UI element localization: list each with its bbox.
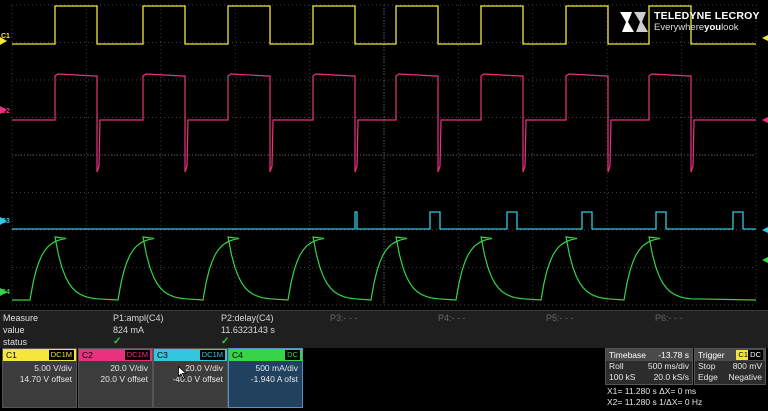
trace-offscreen-marker-c4 xyxy=(762,257,768,263)
trigger-level: 800 mV xyxy=(732,361,762,371)
trigger-coupling: DC xyxy=(748,350,763,360)
param-p1-status-check-icon: ✓ xyxy=(113,336,122,347)
timebase-scale: 500 ms/div xyxy=(647,361,689,371)
channel-scale-c3: 20.0 V/div xyxy=(185,363,223,373)
channel-descriptor-c2[interactable]: C2 DC1M 20.0 V/div 20.0 V offset xyxy=(78,348,153,408)
trigger-type: Edge xyxy=(698,372,718,382)
lecroy-emblem-icon xyxy=(620,12,648,32)
measure-row-status: status ✓ ✓ xyxy=(0,336,768,348)
channel-scale-c2: 20.0 V/div xyxy=(110,363,148,373)
measure-table[interactable]: Measure P1:ampl(C4) P2:delay(C4) P3:- - … xyxy=(0,310,768,348)
cursor-x2-readout: X2= 11.280 s 1/ΔX= 0 Hz xyxy=(607,397,703,407)
channel-descriptor-c3[interactable]: C3 DC1M 20.0 V/div -40.0 V offset xyxy=(153,348,228,408)
param-p4-name[interactable]: P4:- - - xyxy=(438,312,466,324)
param-p5-name[interactable]: P5:- - - xyxy=(546,312,574,324)
measure-row-names: Measure P1:ampl(C4) P2:delay(C4) P3:- - … xyxy=(0,312,768,324)
trigger-descriptor[interactable]: Trigger C1 DC Stop 800 mV Edge Negative xyxy=(694,348,766,385)
channel-coupling-c1: DC1M xyxy=(48,350,74,360)
timebase-samples: 100 kS xyxy=(609,372,636,382)
trigger-row-1: Stop 800 mV xyxy=(695,361,765,372)
channel-descriptor-c1[interactable]: C1 DC1M 5.00 V/div 14.70 V offset xyxy=(2,348,77,408)
trace-offscreen-marker-c2 xyxy=(762,117,768,123)
trigger-mode: Stop xyxy=(698,361,716,371)
channel-coupling-c2: DC1M xyxy=(124,350,150,360)
channel-offset-c3: -40.0 V offset xyxy=(172,374,223,384)
channel-coupling-c4: DC xyxy=(285,350,300,360)
channel-offset-c4: -1.940 A ofst xyxy=(250,374,298,384)
channel-offset-c2: 20.0 V offset xyxy=(100,374,148,384)
brand-tagline-text: Everywhereyoulook xyxy=(654,22,739,33)
timebase-descriptor[interactable]: Timebase -13.78 s Roll 500 ms/div 100 kS… xyxy=(605,348,693,385)
measure-row-values: value 824 mA 11.6323143 s xyxy=(0,324,768,336)
waveform-grid xyxy=(0,4,768,306)
channel-header-c4: C4 DC xyxy=(229,349,302,361)
channel-offset-c1: 14.70 V offset xyxy=(19,374,72,384)
trace-label-c3[interactable]: C3 xyxy=(1,218,10,225)
timebase-row-2: 100 kS 20.0 kS/s xyxy=(606,372,692,383)
channel-label-c1: C1 xyxy=(6,350,17,360)
status-row-label: status xyxy=(3,337,28,347)
mouse-pointer-icon xyxy=(178,366,187,379)
trigger-slope: Negative xyxy=(728,372,762,382)
channel-scale-c4: 500 mA/div xyxy=(255,363,298,373)
trace-label-c2[interactable]: C2 xyxy=(1,108,10,115)
param-p1-name[interactable]: P1:ampl(C4) xyxy=(113,312,164,324)
trigger-header: Trigger C1 DC xyxy=(695,349,765,361)
waveform-display[interactable]: TELEDYNE LECROY Everywhereyoulook C1 C2 … xyxy=(0,0,768,310)
param-p2-value: 11.6323143 s xyxy=(221,325,275,335)
param-p1-value: 824 mA xyxy=(113,325,145,335)
cursor-readout: X1= 11.280 s ΔX= 0 ms X2= 11.280 s 1/ΔX=… xyxy=(605,386,766,410)
channel-header-c2: C2 DC1M xyxy=(79,349,152,361)
param-p2-name[interactable]: P2:delay(C4) xyxy=(221,312,274,324)
cursor-x1-readout: X1= 11.280 s ΔX= 0 ms xyxy=(607,386,697,396)
timebase-delay: -13.78 s xyxy=(658,350,689,360)
brand-tagline: Everywhereyoulook xyxy=(654,22,739,33)
trigger-title: Trigger xyxy=(698,350,725,360)
trace-label-c1[interactable]: C1 xyxy=(1,33,10,40)
param-p3-name[interactable]: P3:- - - xyxy=(330,312,358,324)
timebase-mode: Roll xyxy=(609,361,624,371)
param-p6-name[interactable]: P6:- - - xyxy=(655,312,683,324)
timebase-title: Timebase xyxy=(609,350,647,360)
channel-label-c2: C2 xyxy=(82,350,93,360)
channel-descriptor-c4[interactable]: C4 DC 500 mA/div -1.940 A ofst xyxy=(228,348,303,408)
brand-name: TELEDYNE LECROY xyxy=(654,10,760,22)
trigger-row-2: Edge Negative xyxy=(695,372,765,383)
channel-header-c3: C3 DC1M xyxy=(154,349,227,361)
trace-label-c4[interactable]: C4 xyxy=(1,289,10,296)
value-row-label: value xyxy=(3,325,25,335)
channel-header-c1: C1 DC1M xyxy=(3,349,76,361)
channel-coupling-c3: DC1M xyxy=(199,350,225,360)
teledyne-lecroy-logo: TELEDYNE LECROY Everywhereyoulook xyxy=(618,10,763,38)
param-p2-status-check-icon: ✓ xyxy=(221,336,230,347)
channel-scale-c1: 5.00 V/div xyxy=(34,363,72,373)
trace-c3-waveform xyxy=(12,211,756,230)
trace-offscreen-marker-c3 xyxy=(762,227,768,233)
measure-row-label: Measure xyxy=(3,313,39,323)
channel-label-c3: C3 xyxy=(157,350,168,360)
timebase-rate: 20.0 kS/s xyxy=(653,372,689,382)
channel-label-c4: C4 xyxy=(232,350,243,360)
timebase-header: Timebase -13.78 s xyxy=(606,349,692,361)
timebase-row-1: Roll 500 ms/div xyxy=(606,361,692,372)
